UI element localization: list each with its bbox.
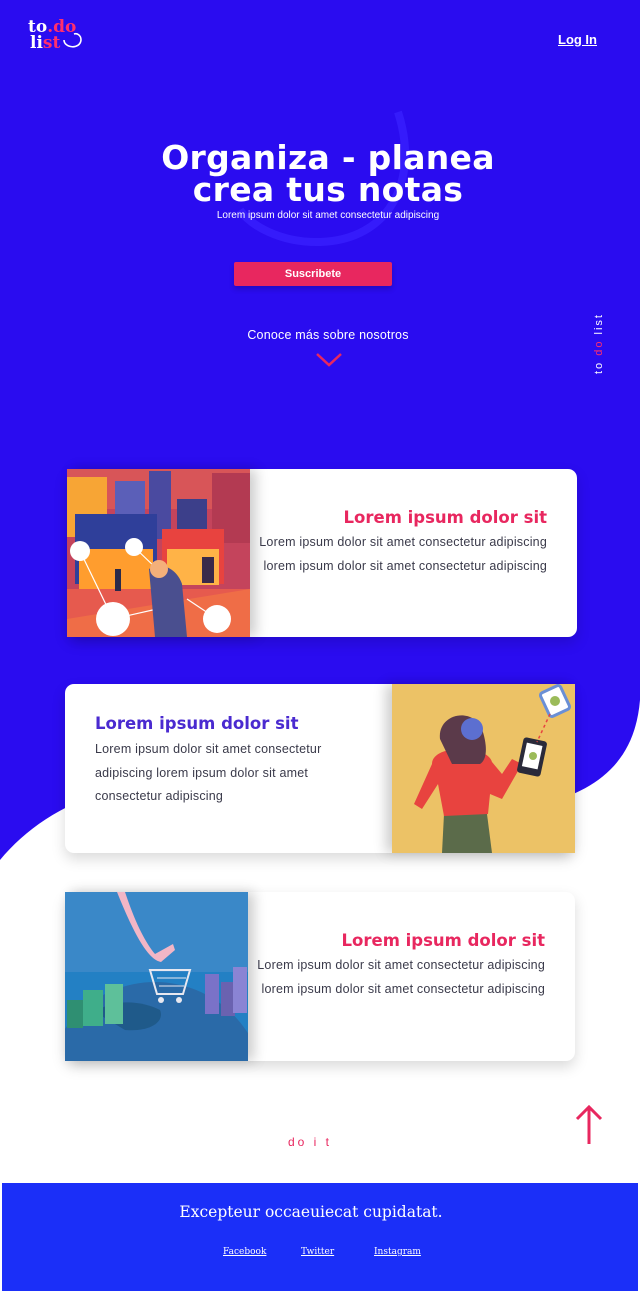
logo[interactable]: to.do list xyxy=(28,18,88,56)
chevron-down-icon[interactable] xyxy=(316,352,342,368)
card-text: Lorem ipsum dolor sit amet consectetur a… xyxy=(95,742,322,803)
footer-link-instagram[interactable]: Instagram xyxy=(374,1247,421,1257)
card-title: Lorem ipsum dolor sit xyxy=(341,931,545,950)
know-more-link[interactable]: Conoce más sobre nosotros xyxy=(0,328,640,342)
woman-phone-illustration xyxy=(392,684,575,853)
subscribe-button[interactable]: Suscribete xyxy=(234,262,392,286)
card-text: Lorem ipsum dolor sit amet consectetur a… xyxy=(257,958,545,996)
side-brand-tag: to do list xyxy=(593,313,605,374)
doit-label: do i t xyxy=(287,1135,332,1149)
footer-link-twitter[interactable]: Twitter xyxy=(301,1247,334,1257)
login-link[interactable]: Log In xyxy=(558,32,597,47)
card-title: Lorem ipsum dolor sit xyxy=(343,508,547,527)
footer-link-facebook[interactable]: Facebook xyxy=(223,1247,266,1257)
hero-subtitle: Lorem ipsum dolor sit amet consectetur a… xyxy=(216,210,440,221)
city-shopping-illustration xyxy=(67,469,250,637)
feature-card-2: Lorem ipsum dolor sit Lorem ipsum dolor … xyxy=(65,684,575,853)
logo-swoosh-icon xyxy=(63,32,82,48)
hero-title-line2: crea tus notas xyxy=(192,170,464,209)
card-title: Lorem ipsum dolor sit xyxy=(95,714,299,733)
footer: Excepteur occaeuiecat cupidatat. Faceboo… xyxy=(2,1183,638,1291)
card-text: Lorem ipsum dolor sit amet consectetur a… xyxy=(259,535,547,573)
feature-card-1: Lorem ipsum dolor sit Lorem ipsum dolor … xyxy=(67,469,577,637)
footer-title: Excepteur occaeuiecat cupidatat. xyxy=(179,1203,443,1221)
feature-card-3: Lorem ipsum dolor sit Lorem ipsum dolor … xyxy=(65,892,575,1061)
globe-cart-illustration xyxy=(65,892,248,1061)
